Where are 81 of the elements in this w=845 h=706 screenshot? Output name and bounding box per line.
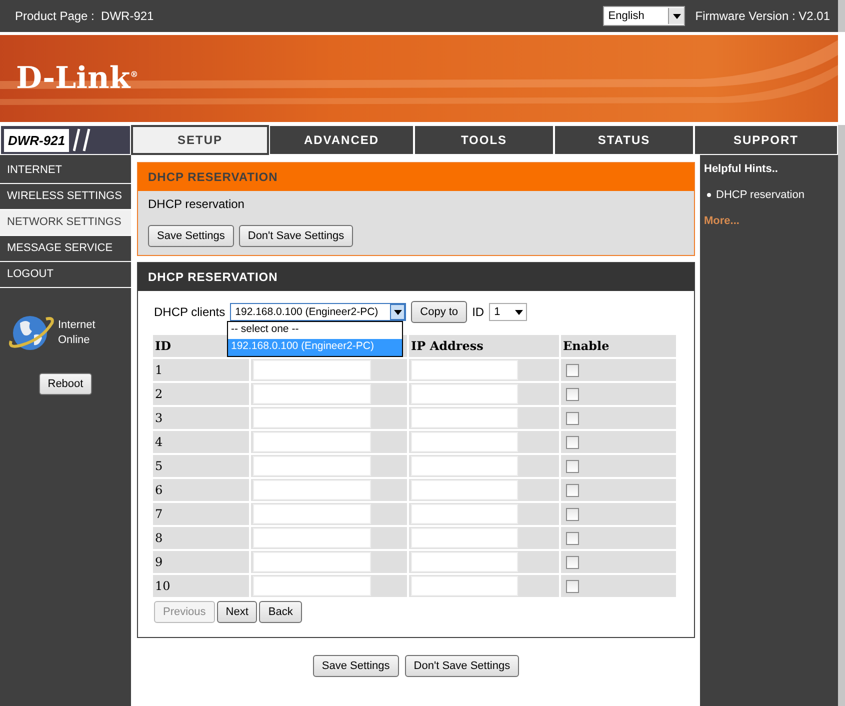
settings-button[interactable]: Save Settings xyxy=(312,655,399,677)
input-field[interactable] xyxy=(411,528,518,548)
input-field[interactable] xyxy=(253,408,371,428)
input-field[interactable] xyxy=(411,456,518,476)
pager-button[interactable]: Next xyxy=(216,601,258,623)
enable-checkbox[interactable] xyxy=(566,460,579,474)
section-title: DHCP RESERVATION xyxy=(138,263,694,291)
enable-checkbox[interactable] xyxy=(566,508,579,522)
sidebar-item[interactable]: LOGOUT xyxy=(0,262,131,288)
table-cell: 10 xyxy=(153,575,249,597)
input-field[interactable] xyxy=(411,576,518,596)
bullet-icon xyxy=(707,193,711,197)
globe-icon xyxy=(8,313,54,353)
enable-checkbox[interactable] xyxy=(566,364,579,378)
table-cell: 5 xyxy=(153,455,249,477)
settings-button[interactable]: Don't Save Settings xyxy=(404,655,520,677)
column-header: IP Address xyxy=(409,335,559,357)
connection-status: Internet xyxy=(58,318,96,333)
section-description: DHCP reservation xyxy=(148,197,246,211)
table-cell: 3 xyxy=(153,407,249,429)
table-cell: 4 xyxy=(153,431,249,453)
hints-title: Helpful Hints.. xyxy=(704,163,779,175)
logo: D-Link$^{®}$ xyxy=(16,61,138,96)
language-select[interactable]: English xyxy=(603,6,686,26)
clients-label: DHCP clients xyxy=(154,305,226,319)
enable-checkbox[interactable] xyxy=(566,388,579,402)
input-field[interactable] xyxy=(253,480,371,500)
input-field[interactable] xyxy=(253,456,371,476)
id-select[interactable]: 1 xyxy=(489,303,528,321)
firmware-version: Firmware Version : V2.01 xyxy=(695,9,830,23)
hint-link[interactable]: DHCP reservation xyxy=(716,189,804,201)
connection-status: Online xyxy=(58,333,91,348)
input-field[interactable] xyxy=(411,360,518,380)
table-cell: 2 xyxy=(153,383,249,405)
input-field[interactable] xyxy=(411,552,518,572)
clients-select[interactable]: 192.168.0.100 (Engineer2-PC) xyxy=(230,303,406,321)
reboot-button[interactable]: Reboot xyxy=(38,373,92,395)
input-field[interactable] xyxy=(253,552,371,572)
input-field[interactable] xyxy=(253,504,371,524)
nav-tab[interactable]: TOOLS xyxy=(414,125,554,155)
caret-icon xyxy=(394,310,402,314)
sidebar-item[interactable]: NETWORK SETTINGS xyxy=(0,210,131,236)
id-label: ID xyxy=(472,305,484,319)
input-field[interactable] xyxy=(253,360,371,380)
input-field[interactable] xyxy=(253,432,371,452)
copy-button[interactable]: Copy to xyxy=(411,301,468,323)
input-field[interactable] xyxy=(411,432,518,452)
input-field[interactable] xyxy=(253,384,371,404)
nav-tab[interactable]: STATUS xyxy=(554,125,694,155)
enable-checkbox[interactable] xyxy=(566,412,579,426)
caret-icon xyxy=(672,14,681,18)
more-link[interactable]: More... xyxy=(704,215,834,227)
input-field[interactable] xyxy=(253,528,371,548)
input-field[interactable] xyxy=(411,504,518,524)
input-field[interactable] xyxy=(411,384,518,404)
sidebar-item[interactable]: INTERNET xyxy=(0,158,131,184)
nav-tab[interactable]: SETUP xyxy=(131,125,269,155)
product-label: Product Page : DWR-921 xyxy=(15,9,154,23)
enable-checkbox[interactable] xyxy=(566,484,579,498)
nav-tab[interactable]: ADVANCED xyxy=(269,125,414,155)
settings-button[interactable]: Don't Save Settings xyxy=(238,225,354,247)
section-title: DHCP RESERVATION xyxy=(138,163,694,191)
pager-button[interactable]: Back xyxy=(259,601,302,623)
input-field[interactable] xyxy=(411,480,518,500)
model-badge: DWR-921 xyxy=(4,128,70,152)
sidebar-item[interactable]: MESSAGE SERVICE xyxy=(0,236,131,262)
table-cell: 7 xyxy=(153,503,249,525)
enable-checkbox[interactable] xyxy=(566,532,579,546)
table-cell: 6 xyxy=(153,479,249,501)
caret-icon xyxy=(514,310,523,314)
table-cell: 1 xyxy=(153,359,249,381)
enable-checkbox[interactable] xyxy=(566,580,579,594)
column-header: Enable xyxy=(561,335,676,357)
input-field[interactable] xyxy=(411,408,518,428)
table-cell: 8 xyxy=(153,527,249,549)
table-cell: 9 xyxy=(153,551,249,573)
settings-button[interactable]: Save Settings xyxy=(148,225,234,247)
input-field[interactable] xyxy=(253,576,371,596)
enable-checkbox[interactable] xyxy=(566,556,579,570)
nav-tab[interactable]: SUPPORT xyxy=(694,125,838,155)
enable-checkbox[interactable] xyxy=(566,436,579,450)
